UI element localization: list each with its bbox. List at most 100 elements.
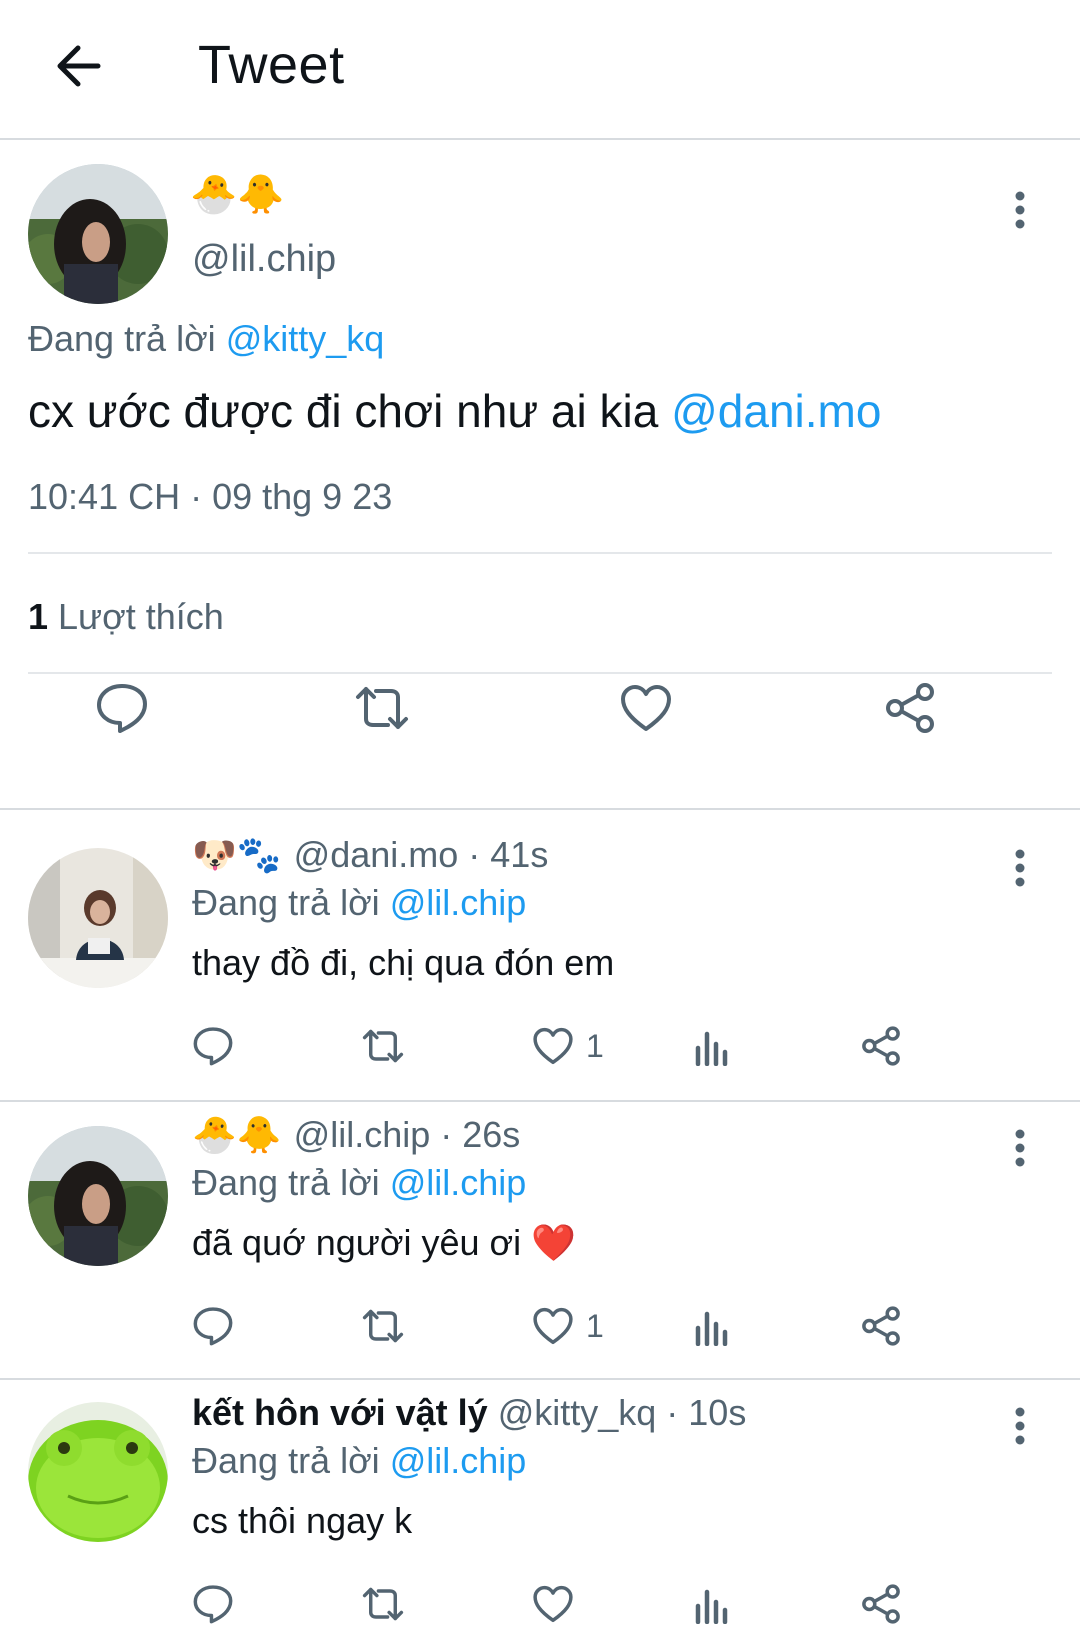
share-icon [862, 1584, 900, 1624]
action-bar: 1 [192, 1296, 952, 1356]
time: · 10s [666, 1392, 747, 1433]
display-name: 🐣🐥 [190, 172, 285, 216]
more-vertical-icon [1015, 1407, 1025, 1445]
display-name: 🐣🐥 [192, 1115, 282, 1156]
like-count: 1 [586, 1307, 604, 1344]
reply-to-link[interactable]: @kitty_kq [226, 318, 385, 359]
retweet-icon [356, 687, 408, 729]
like-count: 1 [586, 1027, 604, 1064]
reply-tweet[interactable]: 🐣🐥 @lil.chip · 26s Đang trả lời @lil.chi… [0, 1100, 1080, 1376]
page-title: Tweet [198, 35, 345, 95]
reply-meta: 🐶🐾 @dani.mo · 41s [192, 834, 548, 876]
more-button[interactable] [1000, 1398, 1040, 1454]
handle[interactable]: @kitty_kq [498, 1392, 657, 1434]
reply-context: Đang trả lời @lil.chip [192, 882, 526, 924]
share-icon [862, 1306, 900, 1346]
reply-text: thay đồ đi, chị qua đón em [192, 942, 615, 983]
divider [28, 552, 1052, 554]
reply-context: Đang trả lời @lil.chip [192, 1440, 526, 1482]
red-heart-emoji: ❤️ [531, 1223, 576, 1264]
retweet-button[interactable] [360, 1296, 406, 1356]
time: · 41s [468, 834, 549, 875]
reply-tweet[interactable]: 🐶🐾 @dani.mo · 41s Đang trả lời @lil.chip… [0, 820, 1080, 1096]
share-button[interactable] [860, 1574, 902, 1634]
reply-button[interactable] [192, 1016, 234, 1076]
heart-icon [621, 685, 671, 731]
retweet-icon [362, 1587, 404, 1621]
avatar[interactable] [28, 164, 168, 304]
like-button[interactable] [532, 1574, 574, 1634]
action-bar [192, 1574, 952, 1634]
section-separator [0, 808, 1080, 810]
reply-prefix: Đang trả lời [192, 1440, 380, 1481]
likes-label: Lượt thích [58, 596, 224, 637]
main-tweet: 🐣🐥 @lil.chip Đang trả lời @kitty_kq cx ư… [0, 142, 1080, 807]
views-icon [695, 1311, 728, 1346]
avatar[interactable] [28, 1402, 168, 1542]
reply-icon [193, 1027, 233, 1066]
reply-to-link[interactable]: @lil.chip [390, 1162, 527, 1203]
reply-context: Đang trả lời @kitty_kq [28, 318, 384, 360]
handle[interactable]: @dani.mo [294, 834, 459, 876]
share-button[interactable] [860, 1016, 902, 1076]
mention-link[interactable]: @dani.mo [671, 385, 881, 437]
share-icon [886, 683, 934, 733]
views-icon [695, 1031, 728, 1066]
views-button[interactable] [694, 1296, 730, 1356]
reply-button[interactable] [192, 1296, 234, 1356]
more-vertical-icon [1015, 1129, 1025, 1167]
reply-prefix: Đang trả lời [192, 1162, 380, 1203]
retweet-button[interactable] [352, 678, 412, 738]
like-button[interactable]: 1 [532, 1296, 604, 1356]
retweet-icon [362, 1029, 404, 1063]
more-vertical-icon [1015, 849, 1025, 887]
share-icon [862, 1026, 900, 1066]
reply-body: đã quớ người yêu ơi [192, 1222, 522, 1263]
more-button[interactable] [1000, 840, 1040, 896]
reply-text: cs thôi ngay k [192, 1500, 413, 1541]
tweet-body: cx ước được đi chơi như ai kia [28, 385, 659, 437]
heart-icon [533, 1027, 573, 1065]
reply-text: đã quớ người yêu ơi ❤️ [192, 1222, 576, 1264]
share-button[interactable] [860, 1296, 902, 1356]
retweet-icon [362, 1309, 404, 1343]
views-button[interactable] [694, 1016, 730, 1076]
share-button[interactable] [880, 678, 940, 738]
reply-button[interactable] [192, 1574, 234, 1634]
avatar[interactable] [28, 848, 168, 988]
retweet-button[interactable] [360, 1016, 406, 1076]
reply-tweet[interactable]: kết hôn với vật lý @kitty_kq · 10s Đang … [0, 1378, 1080, 1651]
tweet-text: cx ước được đi chơi như ai kia @dani.mo [28, 384, 881, 438]
timestamp[interactable]: 10:41 CH · 09 thg 9 23 [28, 476, 392, 518]
like-button[interactable]: 1 [532, 1016, 604, 1076]
action-bar: 1 [192, 1016, 952, 1076]
divider [28, 672, 1052, 674]
reply-icon [193, 1585, 233, 1624]
reply-prefix: Đang trả lời [192, 882, 380, 923]
more-vertical-icon [1015, 191, 1025, 229]
views-icon [695, 1589, 728, 1624]
like-button[interactable] [616, 678, 676, 738]
reply-meta: 🐣🐥 @lil.chip · 26s [192, 1114, 520, 1156]
arrow-left-icon [57, 45, 101, 87]
display-name: kết hôn với vật lý [192, 1392, 488, 1433]
time: · 26s [440, 1114, 521, 1155]
top-app-bar: Tweet [0, 0, 1080, 140]
reply-to-link[interactable]: @lil.chip [390, 882, 527, 923]
avatar[interactable] [28, 1126, 168, 1266]
views-button[interactable] [694, 1574, 730, 1634]
handle[interactable]: @lil.chip [192, 238, 336, 281]
likes-count: 1 [28, 596, 49, 637]
heart-icon [533, 1585, 573, 1623]
reply-prefix: Đang trả lời [28, 318, 216, 359]
reply-button[interactable] [92, 678, 152, 738]
display-name: 🐶🐾 [192, 835, 282, 876]
handle[interactable]: @lil.chip [294, 1114, 431, 1156]
likes-summary[interactable]: 1 Lượt thích [28, 596, 224, 638]
more-button[interactable] [1000, 1120, 1040, 1176]
reply-to-link[interactable]: @lil.chip [390, 1440, 527, 1481]
reply-context: Đang trả lời @lil.chip [192, 1162, 526, 1204]
back-button[interactable] [48, 40, 108, 92]
retweet-button[interactable] [360, 1574, 406, 1634]
more-button[interactable] [1000, 182, 1040, 238]
